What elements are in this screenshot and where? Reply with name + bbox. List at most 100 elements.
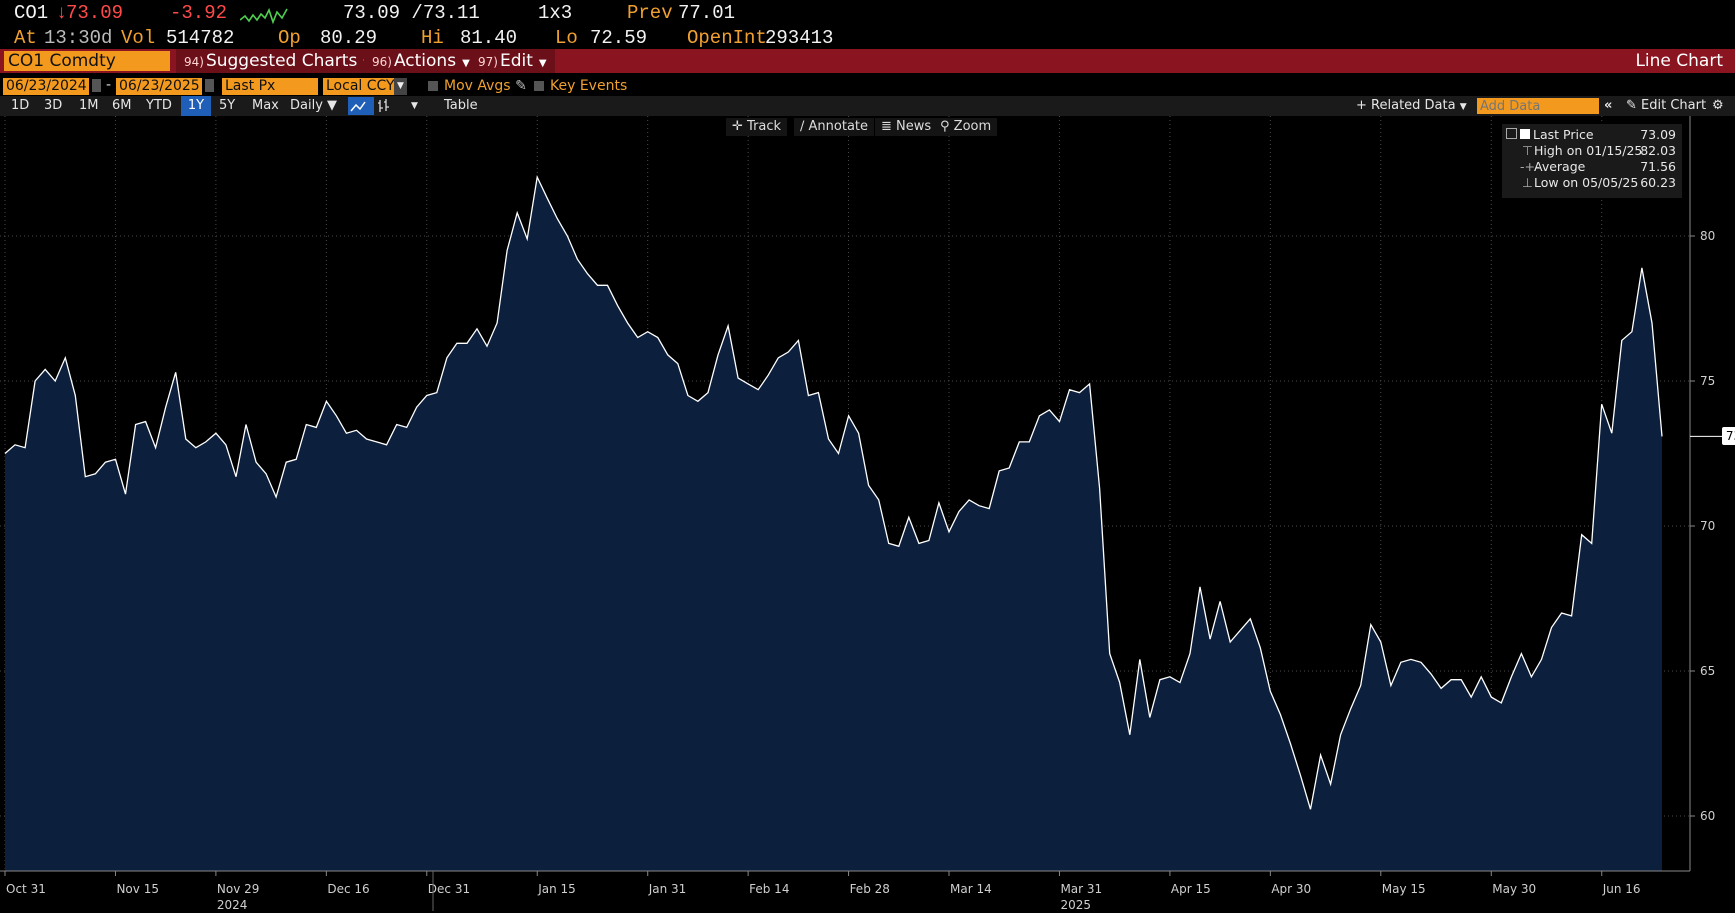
bar-chart-icon[interactable] xyxy=(374,96,389,116)
line-chart-icon[interactable] xyxy=(348,97,374,115)
openint-value: 293413 xyxy=(765,27,834,49)
prev-value: 77.01 xyxy=(678,2,736,24)
related-data-label: Related Data xyxy=(1371,98,1456,113)
magnifier-icon: ⚲ xyxy=(940,119,950,134)
currency-selector[interactable]: Local CCY ▼ xyxy=(323,78,407,95)
legend-high-value: 82.03 xyxy=(1640,143,1676,158)
bid-ask-size: 1x3 xyxy=(538,2,573,24)
collapse-icon[interactable]: « xyxy=(1600,96,1616,116)
ticker-symbol: CO1 xyxy=(14,2,49,24)
open-label: Op xyxy=(278,27,301,49)
mov-avgs-toggle[interactable]: Mov Avgs ✎ xyxy=(428,78,527,94)
news-icon: ≣ xyxy=(881,119,892,134)
legend-last-text: Last Price xyxy=(1533,127,1594,142)
related-data-menu[interactable]: + Related Data ▼ xyxy=(1352,96,1471,116)
low-value: 72.59 xyxy=(590,27,648,49)
zoom-button[interactable]: ⚲ Zoom xyxy=(934,118,998,136)
add-data-input[interactable] xyxy=(1477,98,1599,114)
caret-down-icon: ▼ xyxy=(1459,102,1467,112)
frequency-selector[interactable]: Daily ▼ xyxy=(286,96,341,116)
chart-controls: 06/23/2024 - 06/23/2025 Last Px Local CC… xyxy=(0,76,1735,96)
high-value: 81.40 xyxy=(460,27,518,49)
range-6m[interactable]: 6M xyxy=(108,96,136,116)
year-label: 2025 xyxy=(1060,898,1091,912)
field-selector[interactable]: Last Px xyxy=(222,78,318,95)
last-price-axis-label: 73.09 xyxy=(1722,427,1735,445)
legend-last-label: Last Price xyxy=(1520,127,1594,142)
legend-low-label: Low on 05/05/25 xyxy=(1534,175,1639,190)
calendar-icon[interactable] xyxy=(92,79,101,92)
chart-legend: Last Price 73.09 ⊤ High on 01/15/25 82.0… xyxy=(1502,124,1682,198)
table-button[interactable]: Table xyxy=(440,96,482,116)
security-field[interactable]: CO1 Comdty xyxy=(4,51,170,71)
y-tick-label: 65 xyxy=(1700,664,1715,678)
checkbox-icon xyxy=(534,81,544,91)
chevron-down-icon: ▼ xyxy=(394,78,407,95)
edit-num: 97) xyxy=(478,55,498,69)
x-tick-label: Dec 31 xyxy=(428,882,470,896)
high-marker-icon: ⊤ xyxy=(1522,143,1533,158)
legend-avg-label: Average xyxy=(1534,159,1586,174)
suggested-charts-menu[interactable]: 94)Suggested Charts▼ xyxy=(176,49,380,73)
minus-box-icon[interactable] xyxy=(1506,128,1517,139)
start-date-field[interactable]: 06/23/2024 xyxy=(3,78,89,95)
pencil-icon: ✎ xyxy=(515,78,527,94)
price-chart[interactable]: 60 65 70 75 80 Oct 31 Nov 15 Nov 29 Dec 16 Dec 31… xyxy=(0,116,1735,913)
chart-style-dropdown-icon[interactable]: ▼ xyxy=(407,96,422,116)
key-events-label: Key Events xyxy=(550,78,628,94)
range-1d[interactable]: 1D xyxy=(7,96,33,116)
range-max[interactable]: Max xyxy=(248,96,283,116)
track-button[interactable]: ✛ Track xyxy=(726,118,788,136)
net-change: -3.92 xyxy=(170,2,228,24)
x-tick-label: May 30 xyxy=(1492,882,1536,896)
chevron-down-icon: ▼ xyxy=(538,58,547,69)
quote-time: 13:30d xyxy=(44,27,113,49)
menu-bar: CO1 Comdty 94)Suggested Charts▼ 96)Actio… xyxy=(0,49,1735,73)
actions-num: 96) xyxy=(372,55,392,69)
chevron-down-icon: ▼ xyxy=(462,58,470,69)
bid-ask: 73.09 /73.11 xyxy=(343,2,480,24)
x-tick-label: Jun 16 xyxy=(1602,882,1641,896)
news-button[interactable]: ≣ News xyxy=(875,118,938,136)
quote-header-row-2: At 13:30d Vol 514782 Op 80.29 Hi 81.40 L… xyxy=(0,27,1735,51)
chart-type-title: Line Chart xyxy=(1635,51,1723,71)
actions-menu[interactable]: 96) Actions ▼ xyxy=(364,49,478,73)
calendar-icon[interactable] xyxy=(205,79,214,92)
legend-last-value: 73.09 xyxy=(1640,127,1676,142)
x-tick-label: Mar 14 xyxy=(950,882,992,896)
annotate-button[interactable]: ∕ Annotate xyxy=(794,118,875,136)
x-tick-label: May 15 xyxy=(1382,882,1426,896)
vol-label: Vol xyxy=(121,27,156,49)
track-label: Track xyxy=(747,119,782,134)
last-price: 73.09 xyxy=(66,2,124,24)
range-1y[interactable]: 1Y xyxy=(181,96,211,116)
range-toolbar: 1D 3D 1M 6M YTD 1Y 5Y Max Daily ▼ ▼ Tabl… xyxy=(0,96,1735,116)
x-tick-label: Jan 31 xyxy=(648,882,687,896)
end-date-field[interactable]: 06/23/2025 xyxy=(116,78,202,95)
frequency-label: Daily xyxy=(290,98,323,113)
range-3d[interactable]: 3D xyxy=(40,96,66,116)
currency-label: Local CCY xyxy=(326,78,395,94)
year-label: 2024 xyxy=(217,898,248,912)
key-events-toggle[interactable]: Key Events xyxy=(534,78,627,94)
high-label: Hi xyxy=(421,27,444,49)
y-tick-label: 60 xyxy=(1700,809,1715,823)
range-ytd[interactable]: YTD xyxy=(142,96,176,116)
edit-chart-label: Edit Chart xyxy=(1641,98,1707,113)
prev-label: Prev xyxy=(627,2,673,24)
sparkline-icon xyxy=(240,7,288,25)
news-label: News xyxy=(896,119,932,134)
x-tick-label: Nov 29 xyxy=(217,882,260,896)
range-5y[interactable]: 5Y xyxy=(215,96,239,116)
x-tick-label: Dec 16 xyxy=(327,882,369,896)
edit-label: Edit xyxy=(499,51,533,71)
open-value: 80.29 xyxy=(320,27,378,49)
legend-high-label: High on 01/15/25 xyxy=(1534,143,1643,158)
edit-menu[interactable]: 97) Edit ▼ xyxy=(470,49,555,73)
edit-chart-button[interactable]: ✎ Edit Chart xyxy=(1622,96,1710,116)
gear-icon[interactable]: ⚙ xyxy=(1708,96,1728,116)
y-tick-label: 75 xyxy=(1700,374,1715,388)
date-separator: - xyxy=(106,77,112,93)
range-1m[interactable]: 1M xyxy=(75,96,103,116)
suggested-charts-num: 94) xyxy=(184,55,204,69)
